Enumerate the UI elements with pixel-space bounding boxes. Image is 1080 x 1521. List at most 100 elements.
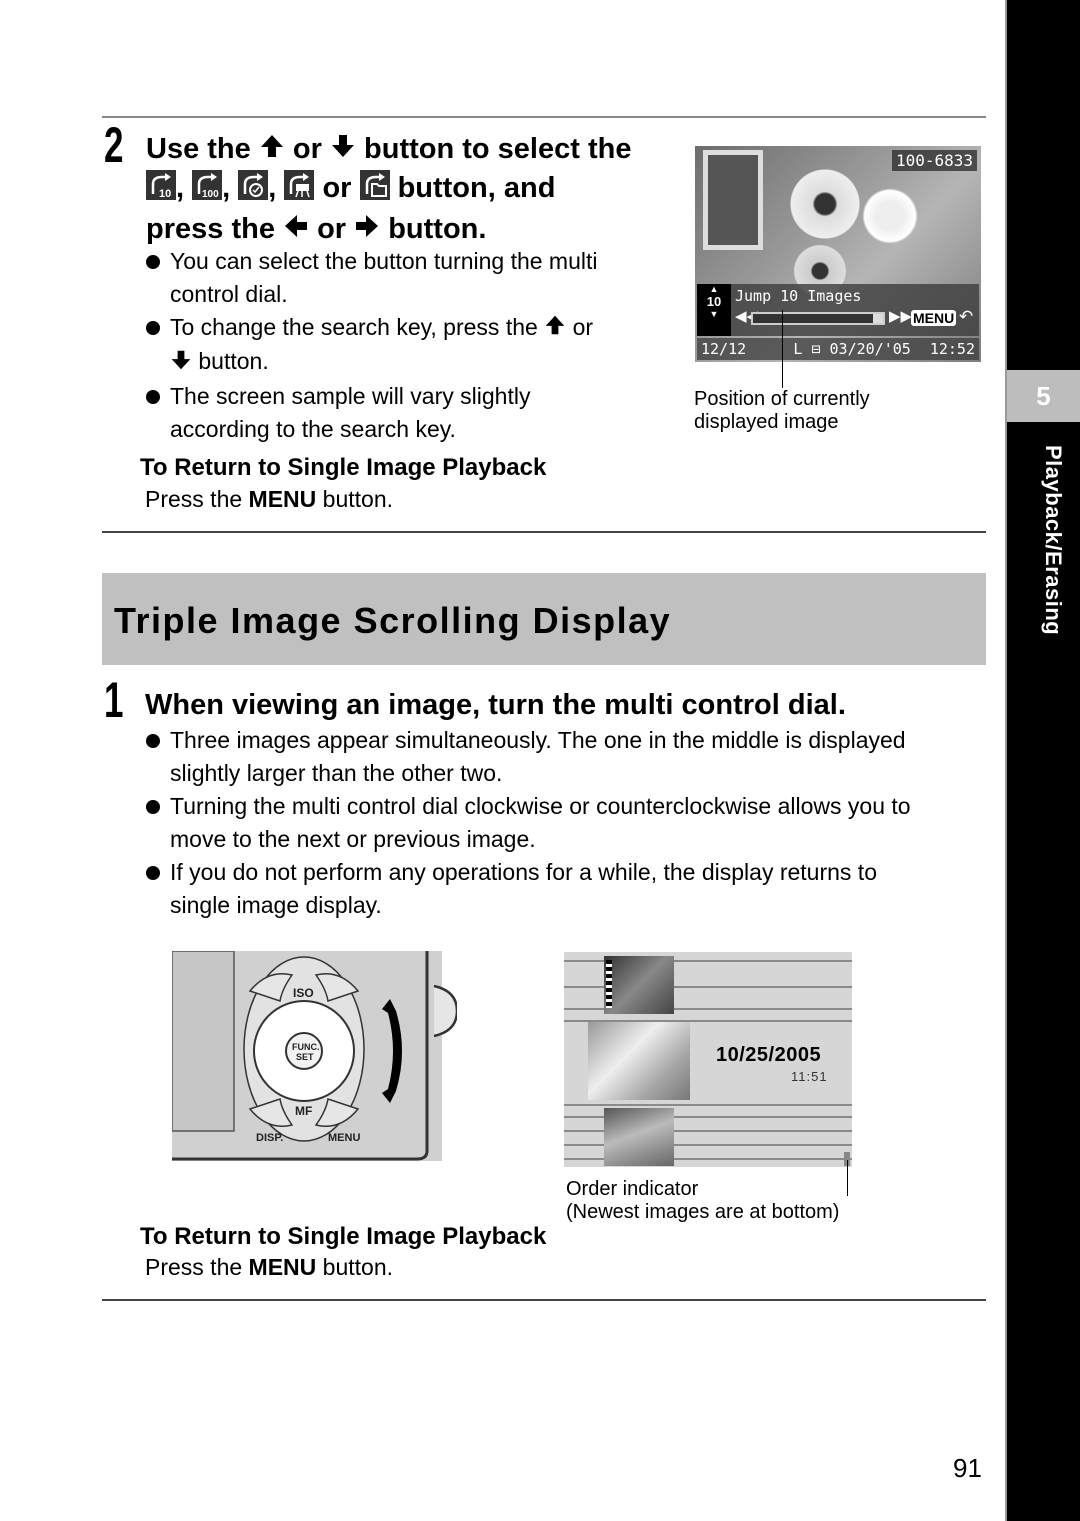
menu-key-label: MENU (248, 486, 317, 512)
step2-bullet-list: You can select the button turning the mu… (144, 245, 664, 446)
image-date: 10/25/2005 (716, 1044, 822, 1066)
caption-text: (Newest images are at bottom) (566, 1201, 840, 1223)
info-bar: 12/12 L ⊟ 03/20/'05 12:52 (697, 338, 979, 360)
bullet-text: You can select the button turning the mu… (170, 248, 598, 274)
down-triangle-icon: ▼ (709, 309, 719, 319)
set-label: SET (296, 1052, 314, 1062)
disp-label: DISP. (256, 1132, 283, 1144)
bottom-divider (102, 1299, 986, 1301)
return-text: Press the (145, 1254, 243, 1280)
bullet-text: control dial. (170, 281, 288, 307)
down-arrow-icon (330, 131, 356, 169)
bullet-text: If you do not perform any operations for… (170, 859, 877, 885)
comma: , (268, 172, 277, 205)
bullet-text: move to the next or previous image. (170, 826, 536, 852)
step2-text: press the (146, 212, 275, 245)
position-caption: Position of currently displayed image (694, 388, 870, 434)
bullet-item: You can select the button turning the mu… (144, 245, 664, 311)
step2-line1: Use the or button to select the (146, 130, 686, 169)
bullet-text: button. (198, 348, 269, 375)
mf-label: MF (295, 1104, 312, 1118)
bullet-text: The screen sample will vary slightly (170, 382, 531, 409)
section-divider (102, 531, 986, 533)
camera-back-illustration: ISO FUNC. SET MF DISP. MENU (171, 950, 459, 1163)
position-bar (751, 312, 885, 325)
step1-heading: When viewing an image, turn the multi co… (145, 689, 846, 721)
current-image-thumbnail (588, 1022, 690, 1100)
comma: , (222, 172, 231, 205)
step2-line2: 10, 100, , or button, and (146, 169, 686, 209)
svg-text:100: 100 (202, 189, 219, 200)
step-number-1: 1 (104, 672, 124, 728)
triple-image-display: 10/25/2005 11:51 (564, 952, 852, 1167)
page-number: 91 (953, 1453, 982, 1483)
return-instruction: Press the MENU button. (145, 486, 393, 513)
scroll-line (564, 1104, 852, 1106)
section-title: Triple Image Scrolling Display (114, 600, 672, 641)
jump-folder-icon (359, 169, 390, 210)
photo-flower (785, 164, 865, 244)
step2-text: or (317, 212, 347, 245)
jump-10-images-icon: 10 (146, 169, 176, 210)
caption-text: Order indicator (566, 1178, 699, 1200)
return-heading: To Return to Single Image Playback (140, 1223, 547, 1250)
image-metadata: L ⊟ 03/20/'05 12:52 (793, 340, 975, 358)
return-instruction: Press the MENU button. (145, 1254, 393, 1281)
image-time: 11:51 (791, 1069, 828, 1084)
step1-bullet-list: Three images appear simultaneously. The … (144, 724, 994, 922)
quality-label: L (793, 340, 803, 358)
chapter-title: Playback/Erasing (1041, 445, 1066, 636)
photo-flower (855, 186, 925, 246)
bullet-item: Turning the multi control dial clockwise… (144, 790, 994, 856)
step2-text: button, and (397, 172, 556, 205)
caption-text: Position of currently (694, 388, 870, 410)
fast-forward-icon: ▶▶ (889, 308, 913, 325)
bullet-item: The screen sample will vary slightly acc… (144, 380, 664, 446)
position-marker (873, 314, 883, 323)
bullet-text: slightly larger than the other two. (170, 760, 503, 786)
jump-100-images-icon: 100 (192, 169, 223, 210)
bullet-line: button. (170, 345, 664, 379)
right-arrow-icon (354, 211, 380, 249)
bullet-text: To change the search key, press the (170, 314, 538, 340)
camera-drawing: ISO FUNC. SET MF DISP. MENU (171, 950, 459, 1161)
down-arrow-icon (170, 347, 192, 380)
menu-key-label: MENU (248, 1254, 317, 1280)
step2-instruction: Use the or button to select the 10, 100,… (146, 130, 686, 249)
return-heading: To Return to Single Image Playback (140, 454, 547, 481)
movie-film-icon (606, 960, 612, 1008)
up-arrow-icon (259, 131, 285, 169)
bullet-text: Three images appear simultaneously. The … (170, 727, 906, 753)
chapter-side-tab (1005, 0, 1080, 1521)
comma: , (176, 172, 185, 205)
jump-date-icon (238, 169, 269, 210)
return-text: Press the (145, 486, 243, 512)
jump-movie-icon (284, 169, 315, 210)
bullet-text: single image display. (170, 892, 382, 918)
callout-line (782, 310, 783, 388)
step2-text: button to select the (364, 133, 632, 165)
menu-button-label: MENU (911, 310, 957, 326)
func-label: FUNC. (292, 1042, 320, 1052)
bullet-text: according to the search key. (170, 415, 456, 442)
caption-text: displayed image (694, 411, 839, 433)
bullet-item: To change the search key, press the or b… (144, 311, 664, 380)
return-icon: ↶ (959, 307, 974, 326)
step2-line3: press the or button. (146, 210, 686, 249)
bullet-item: Three images appear simultaneously. The … (144, 724, 994, 790)
step2-text: or (322, 172, 352, 205)
search-key-label: Jump 10 Images (735, 287, 862, 305)
image-counter: 12/12 (701, 340, 747, 358)
return-text: button. (322, 1254, 394, 1280)
previous-image-thumbnail (604, 956, 674, 1014)
next-image-thumbnail (604, 1108, 674, 1166)
photo-window (703, 150, 763, 250)
bullet-item: If you do not perform any operations for… (144, 856, 994, 922)
file-number: 100-6833 (891, 150, 977, 171)
search-key-number: 10 (706, 294, 722, 309)
capture-time: 12:52 (929, 340, 975, 358)
step2-text: or (292, 133, 322, 165)
svg-text:10: 10 (159, 188, 171, 200)
return-text: button. (322, 486, 394, 512)
step2-text: button. (388, 212, 487, 245)
